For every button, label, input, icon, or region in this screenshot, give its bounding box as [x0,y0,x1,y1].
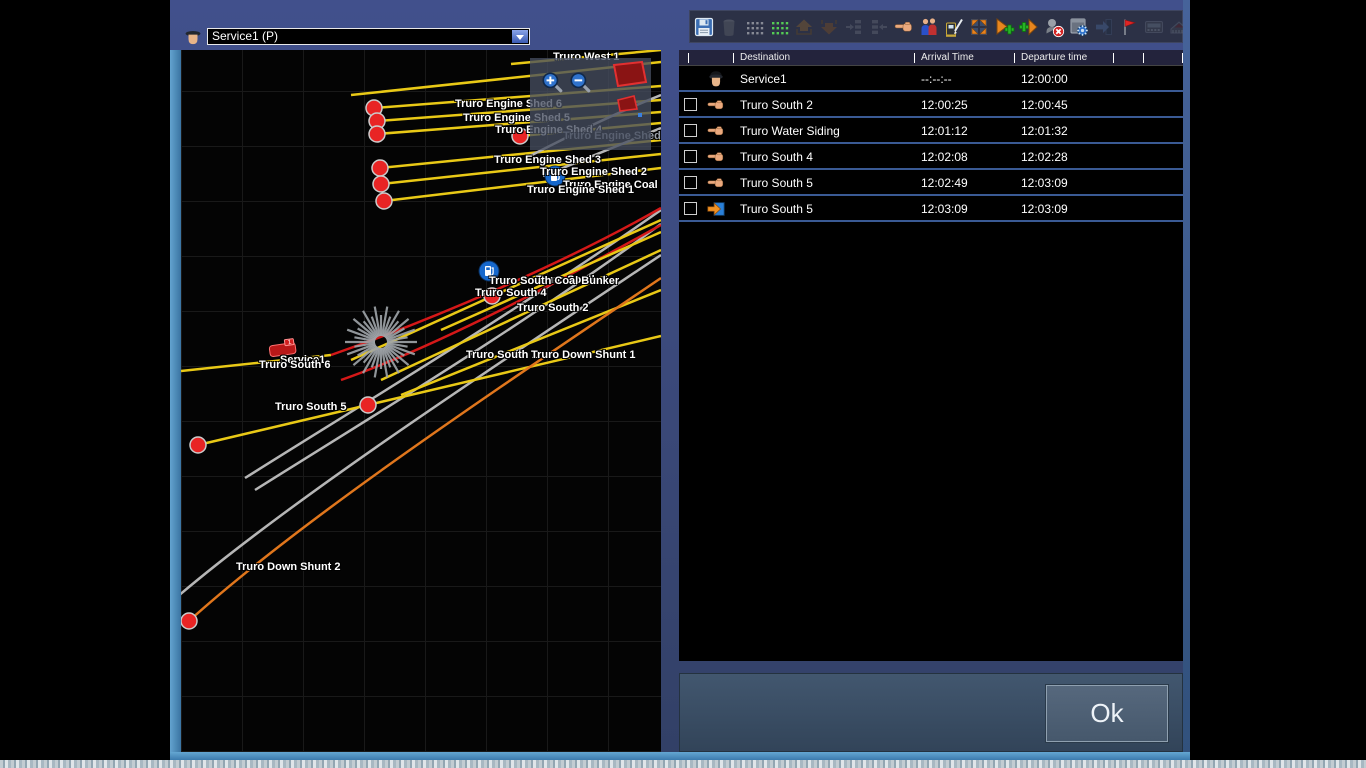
map-label: Truro South 4 [475,287,547,299]
arrow-portal-icon [706,199,726,219]
toolbar-indent-left-button [868,16,890,38]
toolbar-door-exit-button [1093,16,1115,38]
row-checkbox[interactable] [684,98,697,111]
arrival-time-cell: 12:00:25 [921,98,968,112]
timetable-row[interactable]: Truro South 4 12:02:08 12:02:28 [679,144,1183,170]
map-label: Truro Engine Shed 2 [540,166,647,178]
hand-icon [706,173,726,193]
toolbar-delete-button [718,16,740,38]
toolbar-add-instruction-button[interactable] [1018,16,1040,38]
map-label: Truro Down Shunt 1 [531,349,636,361]
destination-cell: Truro Water Siding [740,124,840,138]
destination-cell: Service1 [740,72,787,86]
driver-icon [706,69,726,89]
desktop-edge [0,760,1366,768]
destination-cell: Truro South 5 [740,176,813,190]
map-label: Truro Engine Shed 3 [494,154,601,166]
toolbar-remove-driver-button[interactable] [1043,16,1065,38]
route-map[interactable]: 1Truro West 1Truro Engine Shed 6Truro En… [181,50,661,752]
timetable-row[interactable]: Service1 --:--:-- 12:00:00 [679,66,1183,92]
destination-cell: Truro South 4 [740,150,813,164]
column-divider [1014,53,1015,63]
destination-cell: Truro South 2 [740,98,813,112]
toolbar-settings-window-button[interactable] [1068,16,1090,38]
toolbar-save-button[interactable] [693,16,715,38]
arrival-time-cell: --:--:-- [921,72,952,86]
timetable-header: Destination Arrival Time Departure time [679,50,1183,66]
window-frame-left [170,50,181,752]
column-divider [1143,53,1144,63]
departure-time-cell: 12:02:28 [1021,150,1068,164]
hand-icon [706,95,726,115]
departure-time-cell: 12:01:32 [1021,124,1068,138]
map-tool-overlay [530,58,651,150]
confirm-panel: Ok [679,673,1183,752]
toolbar [689,10,1183,43]
driver-icon: path d="M4.5 9 q0,-6.5 6.5,-6.5 q6.5,0 6… [182,25,204,47]
toolbar-add-service-button[interactable] [993,16,1015,38]
timetable-row[interactable]: Truro South 5 12:03:09 12:03:09 [679,196,1183,222]
toolbar-passengers-button[interactable] [918,16,940,38]
column-header-destination: Destination [740,52,790,63]
toolbar-fuel-edit-button[interactable] [943,16,965,38]
destination-cell: Truro South 5 [740,202,813,216]
toolbar-grid-dots-green-button[interactable] [768,16,790,38]
arrival-time-cell: 12:01:12 [921,124,968,138]
column-divider [914,53,915,63]
service-selector[interactable]: Service1 (P) [207,28,530,45]
map-label: Truro South 1 [466,349,538,361]
timetable-panel: Destination Arrival Time Departure time Se… [679,50,1183,661]
arrival-time-cell: 12:03:09 [921,202,968,216]
chevron-down-icon[interactable] [512,30,528,43]
map-label: Truro South Coal Bunker [489,275,619,287]
map-label: Truro South 5 [275,401,347,413]
map-label: Truro Engine Shed 1 [527,184,634,196]
row-checkbox[interactable] [684,202,697,215]
map-label: Truro South 6 [259,359,331,371]
toolbar-panel-flat-button [1143,16,1165,38]
timetable-rows: Service1 --:--:-- 12:00:00 Truro South 2 12:… [679,66,1183,222]
row-checkbox[interactable] [684,150,697,163]
toolbar-center-arrows-button[interactable] [968,16,990,38]
departure-time-cell: 12:03:09 [1021,202,1068,216]
toolbar-move-down-button [818,16,840,38]
map-label: Truro South 2 [517,302,589,314]
toolbar-indent-right-button [843,16,865,38]
column-divider [1113,53,1114,63]
timetable-editor-window: path d="M4.5 9 q0,-6.5 6.5,-6.5 q6.5,0 6… [170,0,1190,760]
column-divider [688,53,689,63]
toolbar-move-up-button [793,16,815,38]
column-header-arrival-time: Arrival Time [921,52,974,63]
window-frame-bottom [170,752,1190,760]
hand-icon [706,147,726,167]
departure-time-cell: 12:00:45 [1021,98,1068,112]
arrival-time-cell: 12:02:49 [921,176,968,190]
ok-button[interactable]: Ok [1046,685,1168,742]
departure-time-cell: 12:00:00 [1021,72,1068,86]
departure-time-cell: 12:03:09 [1021,176,1068,190]
timetable-row[interactable]: Truro South 5 12:02:49 12:03:09 [679,170,1183,196]
arrival-time-cell: 12:02:08 [921,150,968,164]
timetable-row[interactable]: Truro South 2 12:00:25 12:00:45 [679,92,1183,118]
service-selector-value: Service1 (P) [212,29,278,43]
toolbar-hand-button[interactable] [893,16,915,38]
column-divider [733,53,734,63]
toolbar-grid-dots-white-button [743,16,765,38]
row-checkbox[interactable] [684,176,697,189]
signal-markers [530,58,651,150]
row-checkbox[interactable] [684,124,697,137]
map-label: Truro Down Shunt 2 [236,561,341,573]
timetable-row[interactable]: Truro Water Siding 12:01:12 12:01:32 [679,118,1183,144]
hand-icon [706,121,726,141]
column-header-departure-time: Departure time [1021,52,1087,63]
window-frame-right [1183,0,1190,760]
toolbar-flag-button[interactable] [1118,16,1140,38]
